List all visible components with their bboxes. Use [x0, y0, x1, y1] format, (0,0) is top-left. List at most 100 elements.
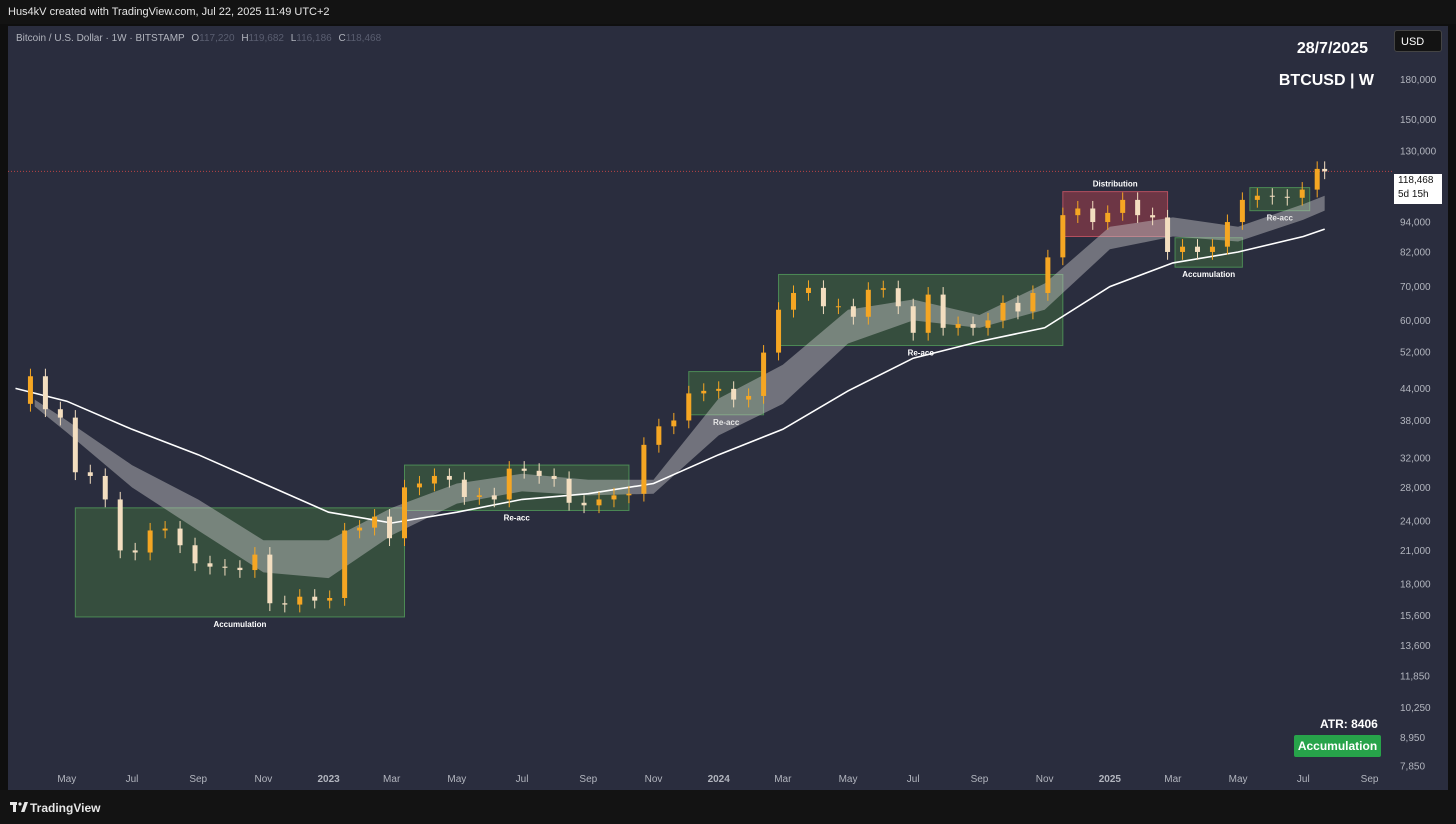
candle-body — [177, 528, 183, 546]
y-tick-label: 38,000 — [1400, 416, 1431, 427]
candle-body — [985, 320, 991, 328]
candle-body — [117, 499, 123, 551]
candle-body — [506, 468, 512, 500]
high-value: 119,682 — [248, 33, 284, 44]
candle-body — [686, 393, 692, 421]
candle-body — [342, 530, 348, 598]
x-tick-label: Jul — [1297, 774, 1310, 785]
candle-body — [910, 306, 916, 333]
candle-body — [297, 596, 303, 605]
x-tick-label: Nov — [255, 774, 273, 785]
x-tick-label: 2023 — [317, 774, 340, 785]
x-axis-labels: May Jul Sep Nov 2023 Mar May Jul Sep Nov 2024 Mar Ma… — [57, 774, 1379, 785]
candle-body — [1269, 195, 1275, 197]
candle-body — [536, 470, 542, 476]
candle-body — [671, 420, 677, 427]
chart-svg[interactable]: AccumulationRe-accRe-accRe-accDistributi… — [0, 0, 1456, 824]
candle-body — [132, 550, 138, 553]
candle-body — [461, 479, 467, 497]
candle-body — [940, 294, 946, 328]
candle-body — [237, 567, 243, 571]
zone-label: Accumulation — [213, 620, 266, 629]
candle-body — [611, 495, 617, 500]
candle-body — [850, 306, 856, 317]
y-tick-label: 7,850 — [1400, 762, 1425, 773]
currency-button[interactable]: USD — [1394, 30, 1442, 52]
candle-body — [1135, 199, 1141, 216]
candle-body — [282, 603, 288, 605]
brand-name: TradingView — [30, 801, 101, 815]
candle-body — [566, 478, 572, 503]
x-tick-label: Sep — [189, 774, 207, 785]
candle-body — [416, 483, 422, 488]
y-tick-label: 60,000 — [1400, 316, 1431, 327]
candle-body — [626, 493, 632, 496]
candle-body — [791, 292, 797, 310]
open-key: O — [191, 33, 200, 44]
y-tick-label: 24,000 — [1400, 517, 1431, 528]
ribbon-layer — [34, 195, 1325, 579]
x-tick-label: Jul — [126, 774, 139, 785]
candle-body — [327, 597, 333, 601]
candle-body — [1299, 189, 1305, 198]
y-tick-label: 52,000 — [1400, 347, 1431, 358]
candle-body — [1045, 257, 1051, 293]
x-tick-label: Sep — [971, 774, 989, 785]
phase-badge: Accumulation — [1294, 735, 1381, 757]
candle-body — [1105, 212, 1111, 223]
y-tick-label: 94,000 — [1400, 218, 1431, 229]
candle-body — [372, 516, 378, 528]
candle-body — [805, 287, 811, 293]
candle-body — [761, 352, 767, 396]
candle-body — [581, 502, 587, 506]
candle-body — [252, 554, 258, 571]
last-price-value: 118,468 — [1398, 175, 1434, 186]
candle-body — [267, 554, 273, 604]
candle-body — [746, 395, 752, 400]
y-tick-label: 130,000 — [1400, 147, 1437, 158]
candle-body — [970, 324, 976, 328]
candle-body — [312, 596, 318, 601]
y-tick-label: 180,000 — [1400, 75, 1437, 86]
candle-body — [1254, 195, 1260, 200]
candle-body — [1165, 217, 1171, 252]
x-tick-label: Nov — [1036, 774, 1054, 785]
x-tick-label: May — [1229, 774, 1248, 785]
candle-body — [222, 566, 228, 568]
candle-body — [656, 426, 662, 445]
candle-body — [1090, 208, 1096, 223]
y-tick-label: 44,000 — [1400, 384, 1431, 395]
candle-body — [431, 475, 437, 484]
ema-ribbon — [34, 195, 1325, 579]
x-tick-label: Sep — [579, 774, 597, 785]
candle-body — [551, 475, 557, 479]
candle-body — [446, 475, 452, 480]
candle-body — [820, 287, 826, 307]
symbol-legend[interactable]: Bitcoin / U.S. Dollar · 1W · BITSTAMP O1… — [16, 33, 381, 44]
candle-body — [1030, 292, 1036, 312]
zone-label: Re-acc — [504, 513, 531, 522]
candle-body — [401, 487, 407, 539]
moving-average-line — [15, 228, 1325, 524]
candle-body — [1314, 168, 1320, 190]
footer-bar: TradingView — [0, 790, 1456, 824]
atr-readout: ATR: 8406 — [1320, 717, 1378, 731]
candle-body — [147, 530, 153, 553]
candle-body — [1075, 208, 1081, 216]
candle-body — [72, 417, 78, 473]
x-tick-label: May — [447, 774, 466, 785]
tradingview-logo-icon — [10, 802, 28, 812]
close-value: 118,468 — [345, 33, 382, 44]
x-tick-label: 2025 — [1099, 774, 1122, 785]
candle-body — [776, 309, 782, 353]
y-tick-label: 11,850 — [1400, 671, 1430, 682]
zone-label: Accumulation — [1182, 270, 1235, 279]
y-axis-labels: 210,000180,000150,000130,00094,00082,000… — [1400, 41, 1437, 772]
x-tick-label: Jul — [907, 774, 920, 785]
y-tick-label: 8,950 — [1400, 733, 1425, 744]
candle-body — [1000, 302, 1006, 321]
x-tick-label: Nov — [645, 774, 663, 785]
high-key: H — [241, 33, 249, 44]
y-tick-label: 150,000 — [1400, 115, 1437, 126]
close-key: C — [338, 33, 346, 44]
